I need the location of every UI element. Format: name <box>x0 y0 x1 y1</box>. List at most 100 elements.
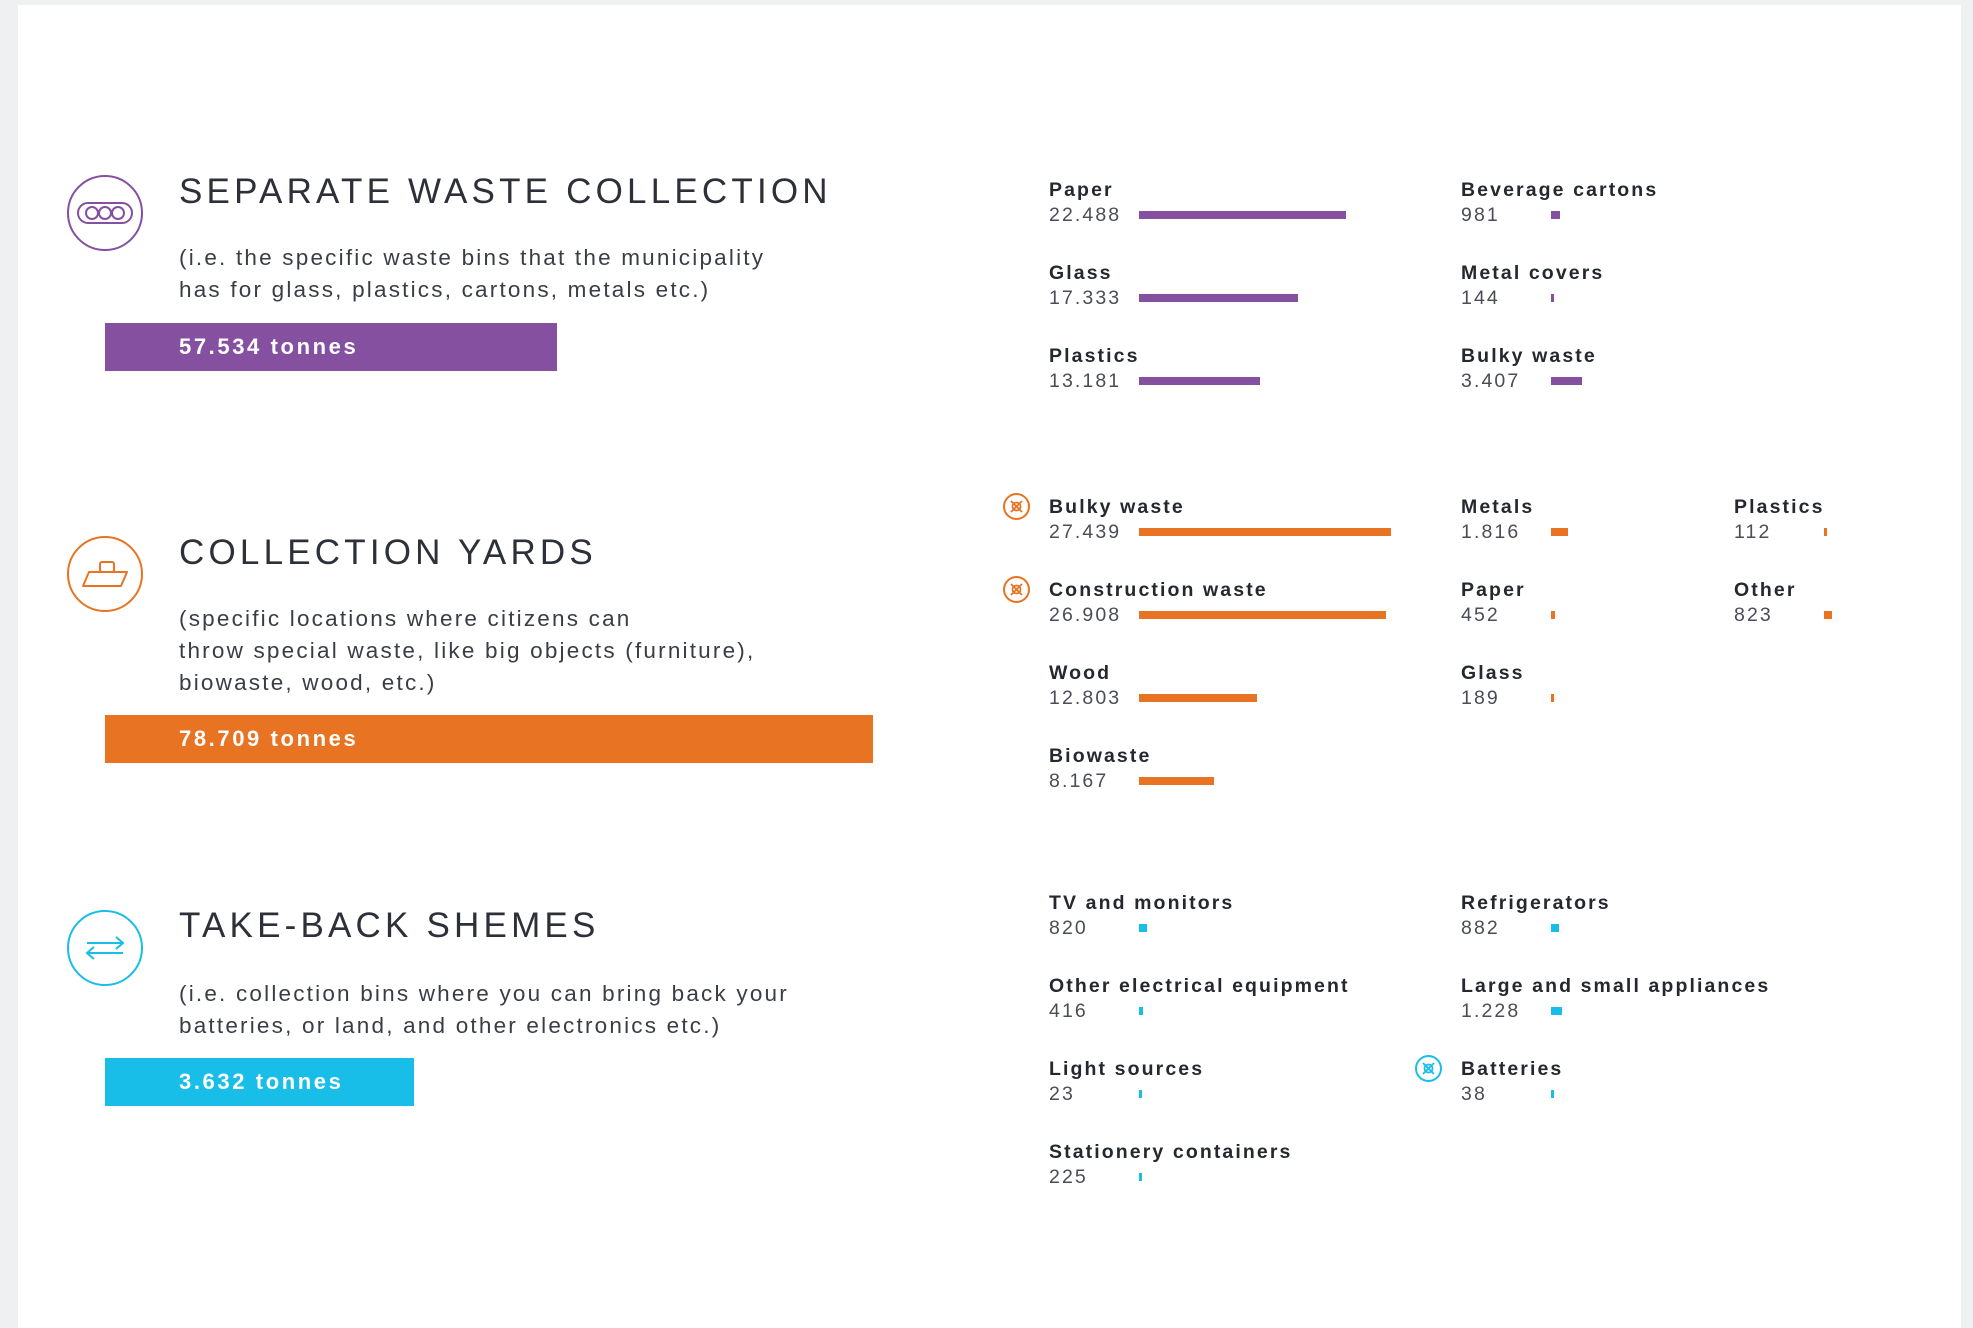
chart-bar <box>1824 528 1827 536</box>
chart-item: Metals 1.816 <box>1461 495 1568 545</box>
chart-item-row: 452 <box>1461 602 1556 628</box>
chart-item: Other electrical equipment 416 <box>1049 974 1350 1024</box>
chart-item-name: Glass <box>1049 262 1113 284</box>
exchange-arrows-icon <box>67 910 143 986</box>
chart-item-value: 225 <box>1049 1166 1088 1188</box>
chart-item: Stationery containers 225 <box>1049 1140 1293 1190</box>
chart-item-name: Light sources <box>1049 1058 1205 1080</box>
chart-item-name: Wood <box>1049 662 1112 684</box>
chart-item: Plastics 13.181 <box>1049 344 1261 394</box>
chart-item: Large and small appliances 1.228 <box>1461 974 1770 1024</box>
chart-bar <box>1139 924 1147 932</box>
section-description: (specific locations where citizens can t… <box>179 603 755 699</box>
chart-item: Construction waste 26.908 <box>1003 576 1387 628</box>
lifebuoy-icon <box>1003 576 1030 603</box>
chart-item-value: 22.488 <box>1049 204 1122 226</box>
chart-item: Metal covers 144 <box>1461 261 1604 311</box>
chart-item-name: Paper <box>1461 579 1526 601</box>
chart-item-name: Bulky waste <box>1049 496 1185 518</box>
description-line: throw special waste, like big objects (f… <box>179 638 756 663</box>
chart-bar <box>1139 1173 1142 1181</box>
section-title: SEPARATE WASTE COLLECTION <box>179 172 832 211</box>
chart-item-name: Glass <box>1461 662 1525 684</box>
chart-item: Paper 452 <box>1461 578 1556 628</box>
chart-item: Glass 189 <box>1461 661 1554 711</box>
description-line: biowaste, wood, etc.) <box>179 670 437 695</box>
chart-bar <box>1551 294 1554 302</box>
total-bar: 78.709 tonnes <box>105 715 873 763</box>
chart-item-row: 189 <box>1461 685 1554 711</box>
chart-item-name: Plastics <box>1049 345 1140 367</box>
chart-item-name: Large and small appliances <box>1461 975 1771 997</box>
description-line: batteries, or land, and other electronic… <box>179 1013 722 1038</box>
chart-bar <box>1139 294 1299 302</box>
chart-item-value: 8.167 <box>1049 770 1109 792</box>
chart-item-value: 12.803 <box>1049 687 1122 709</box>
chart-item: Batteries 38 <box>1415 1055 1564 1107</box>
chart-item-name: Metals <box>1461 496 1535 518</box>
chart-item-value: 23 <box>1049 1083 1075 1105</box>
chart-item: Beverage cartons 981 <box>1461 178 1658 228</box>
description-line: (i.e. the specific waste bins that the m… <box>179 245 766 270</box>
chart-item-value: 27.439 <box>1049 521 1122 543</box>
chart-bar <box>1139 1007 1143 1015</box>
chart-item-name: Beverage cartons <box>1461 179 1659 201</box>
chart-item-value: 823 <box>1734 604 1773 626</box>
chart-item-value: 3.407 <box>1461 370 1521 392</box>
chart-item-value: 416 <box>1049 1000 1088 1022</box>
chart-item-name: Metal covers <box>1461 262 1605 284</box>
chart-item-row: 12.803 <box>1049 685 1257 711</box>
chart-item-row: 981 <box>1461 202 1658 228</box>
chart-item: Light sources 23 <box>1049 1057 1204 1107</box>
chart-bar <box>1139 377 1261 385</box>
section-title: TAKE-BACK SHEMES <box>179 906 600 945</box>
chart-bar <box>1824 611 1832 619</box>
chart-item-row: 3.407 <box>1461 368 1597 394</box>
chart-item-value: 981 <box>1461 204 1500 226</box>
chart-bar <box>1551 694 1554 702</box>
chart-bar <box>1551 924 1560 932</box>
chart-item-value: 1.816 <box>1461 521 1521 543</box>
chart-item-name: Other <box>1734 579 1797 601</box>
chart-item-name: Batteries <box>1461 1058 1564 1080</box>
chart-item: Refrigerators 882 <box>1461 891 1611 941</box>
chart-item-row: 8.167 <box>1049 768 1214 794</box>
lifebuoy-icon <box>1415 1055 1442 1082</box>
lifebuoy-icon <box>1003 493 1030 520</box>
chart-item-name: Paper <box>1049 179 1114 201</box>
chart-item-value: 820 <box>1049 917 1088 939</box>
chart-item-name: Stationery containers <box>1049 1141 1293 1163</box>
chart-item-value: 189 <box>1461 687 1500 709</box>
description-line: (specific locations where citizens can <box>179 606 632 631</box>
chart-item-row: 1.228 <box>1461 998 1770 1024</box>
chart-item-row: 823 <box>1734 602 1832 628</box>
chart-item: Bulky waste 27.439 <box>1003 493 1391 545</box>
chart-item-row: 882 <box>1461 915 1611 941</box>
chart-item-row: 26.908 <box>1049 602 1387 628</box>
chart-item-row: 144 <box>1461 285 1604 311</box>
chart-item: Other 823 <box>1734 578 1832 628</box>
chart-item-value: 17.333 <box>1049 287 1122 309</box>
chart-item-name: Construction waste <box>1049 579 1268 601</box>
chart-item-row: 13.181 <box>1049 368 1261 394</box>
chart-bar <box>1551 1007 1563 1015</box>
chart-bar <box>1139 694 1257 702</box>
chart-item-name: Refrigerators <box>1461 892 1611 914</box>
chart-item-value: 112 <box>1734 521 1772 543</box>
chart-item-row: 23 <box>1049 1081 1204 1107</box>
chart-item: TV and monitors 820 <box>1049 891 1234 941</box>
description-line: has for glass, plastics, cartons, metals… <box>179 277 711 302</box>
chart-item: Paper 22.488 <box>1049 178 1346 228</box>
chart-item-row: 38 <box>1461 1081 1563 1107</box>
chart-item-name: Plastics <box>1734 496 1825 518</box>
chart-bar <box>1551 528 1568 536</box>
chart-bar <box>1139 777 1214 785</box>
infographic-sheet: SEPARATE WASTE COLLECTION (i.e. the spec… <box>18 5 1961 1328</box>
chart-item-row: 416 <box>1049 998 1350 1024</box>
section-title: COLLECTION YARDS <box>179 533 597 572</box>
total-bar: 3.632 tonnes <box>105 1058 414 1106</box>
chart-item-row: 112 <box>1734 519 1827 545</box>
chart-item-row: 225 <box>1049 1164 1293 1190</box>
chart-bar <box>1551 377 1583 385</box>
chart-item-value: 144 <box>1461 287 1500 309</box>
